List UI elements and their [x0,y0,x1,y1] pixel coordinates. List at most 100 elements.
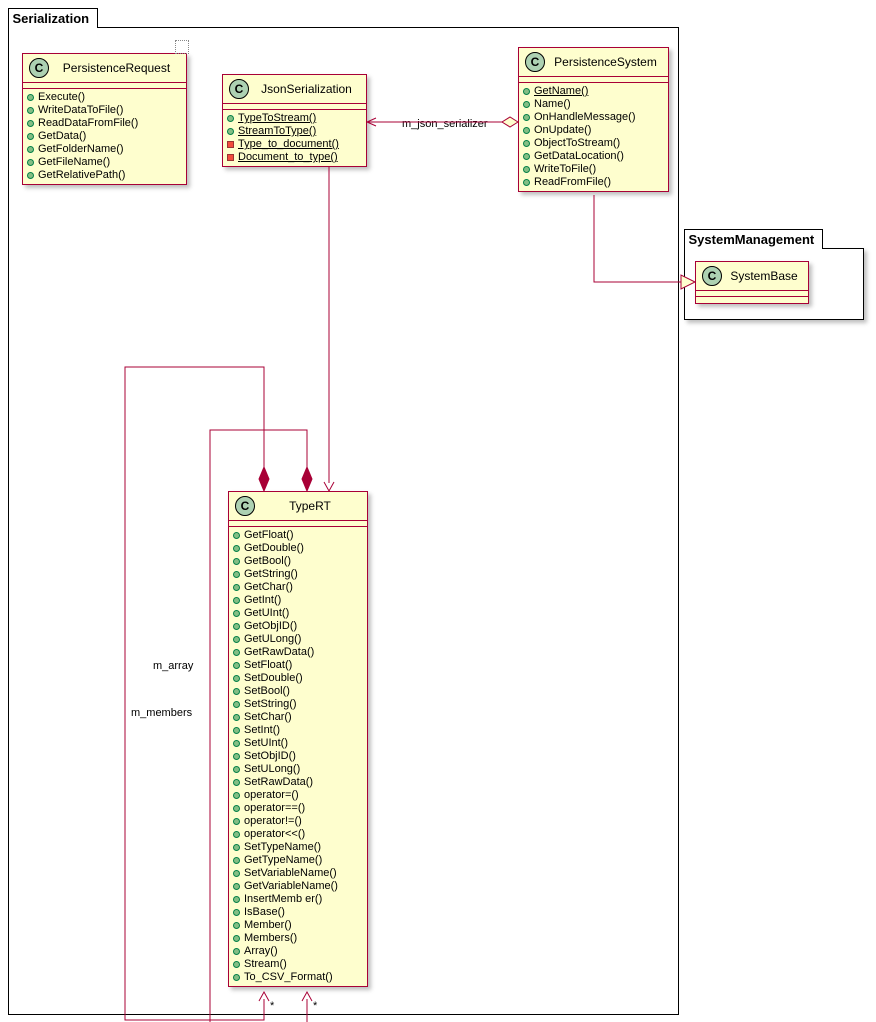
visibility-public-icon [233,805,240,812]
member-name: WriteDataToFile() [38,104,123,117]
visibility-public-icon [233,584,240,591]
class-title: TypeRT [259,499,361,513]
class-stereotype-icon: C [702,266,722,286]
visibility-public-icon [523,101,530,108]
member-name: SetVariableName() [244,867,337,880]
member-name: operator!=() [244,815,302,828]
class-member: operator=() [229,789,367,802]
class-methods: GetName()Name()OnHandleMessage()OnUpdate… [519,83,668,191]
visibility-public-icon [233,636,240,643]
class-member: OnHandleMessage() [519,111,668,124]
relation-label-m-members: m_members [131,707,192,719]
class-member: GetChar() [229,581,367,594]
visibility-public-icon [233,974,240,981]
member-name: GetFileName() [38,156,110,169]
visibility-public-icon [233,870,240,877]
member-name: SetTypeName() [244,841,321,854]
visibility-public-icon [27,159,34,166]
class-methods: TypeToStream()StreamToType()Type_to_docu… [223,110,366,166]
visibility-public-icon [233,818,240,825]
member-name: Array() [244,945,278,958]
member-name: Stream() [244,958,287,971]
member-name: GetChar() [244,581,293,594]
class-member: GetFileName() [23,156,186,169]
visibility-public-icon [523,179,530,186]
class-member: GetInt() [229,594,367,607]
class-member: GetName() [519,85,668,98]
visibility-public-icon [233,935,240,942]
class-member: GetString() [229,568,367,581]
class-member: WriteToFile() [519,163,668,176]
member-name: GetName() [534,85,588,98]
class-member: SetChar() [229,711,367,724]
member-name: Member() [244,919,292,932]
visibility-public-icon [233,701,240,708]
class-member: Array() [229,945,367,958]
member-name: operator<<() [244,828,305,841]
class-member: To_CSV_Format() [229,971,367,984]
visibility-public-icon [523,127,530,134]
class-member: GetULong() [229,633,367,646]
member-name: GetData() [38,130,86,143]
member-name: IsBase() [244,906,285,919]
visibility-public-icon [233,961,240,968]
relation-mult-star-1: * [270,1000,274,1012]
class-member: InsertMemb er() [229,893,367,906]
class-member: TypeToStream() [223,112,366,125]
visibility-public-icon [227,128,234,135]
visibility-public-icon [233,623,240,630]
visibility-public-icon [233,753,240,760]
class-system-base: C SystemBase [695,261,809,304]
class-stereotype-icon: C [229,79,249,99]
visibility-public-icon [233,792,240,799]
member-name: Execute() [38,91,85,104]
visibility-public-icon [233,688,240,695]
class-member: StreamToType() [223,125,366,138]
class-member: SetBool() [229,685,367,698]
visibility-public-icon [27,120,34,127]
class-member: GetData() [23,130,186,143]
member-name: ReadDataFromFile() [38,117,138,130]
member-name: StreamToType() [238,125,316,138]
package-sysmgmt-tab: SystemManagement [684,229,824,249]
class-stereotype-icon: C [29,58,49,78]
member-name: TypeToStream() [238,112,316,125]
class-member: Document_to_type() [223,151,366,164]
visibility-public-icon [233,558,240,565]
member-name: GetString() [244,568,298,581]
member-name: SetBool() [244,685,290,698]
visibility-public-icon [233,714,240,721]
visibility-public-icon [233,857,240,864]
class-header: C JsonSerialization [223,75,366,104]
member-name: ObjectToStream() [534,137,620,150]
class-member: SetUInt() [229,737,367,750]
member-name: GetRelativePath() [38,169,125,182]
class-title: PersistenceSystem [549,55,662,69]
visibility-public-icon [27,146,34,153]
class-member: GetFolderName() [23,143,186,156]
class-member: SetRawData() [229,776,367,789]
member-name: Members() [244,932,297,945]
class-member: GetFloat() [229,529,367,542]
member-name: GetFloat() [244,529,294,542]
visibility-public-icon [233,649,240,656]
class-typert: C TypeRT GetFloat()GetDouble()GetBool()G… [228,491,368,987]
member-name: InsertMemb er() [244,893,322,906]
class-title: PersistenceRequest [53,61,180,75]
relation-label-m-array: m_array [153,660,193,672]
visibility-public-icon [233,896,240,903]
class-member: SetVariableName() [229,867,367,880]
member-name: SetInt() [244,724,280,737]
class-methods-empty [696,297,808,303]
member-name: GetBool() [244,555,291,568]
class-member: Members() [229,932,367,945]
package-sysmgmt-label: SystemManagement [689,232,815,247]
class-methods: GetFloat()GetDouble()GetBool()GetString(… [229,527,367,986]
class-header: C PersistenceRequest [23,54,186,83]
class-member: GetUInt() [229,607,367,620]
member-name: To_CSV_Format() [244,971,333,984]
member-name: GetFolderName() [38,143,124,156]
class-member: operator==() [229,802,367,815]
class-persistence-system: C PersistenceSystem GetName()Name()OnHan… [518,47,669,192]
class-member: IsBase() [229,906,367,919]
